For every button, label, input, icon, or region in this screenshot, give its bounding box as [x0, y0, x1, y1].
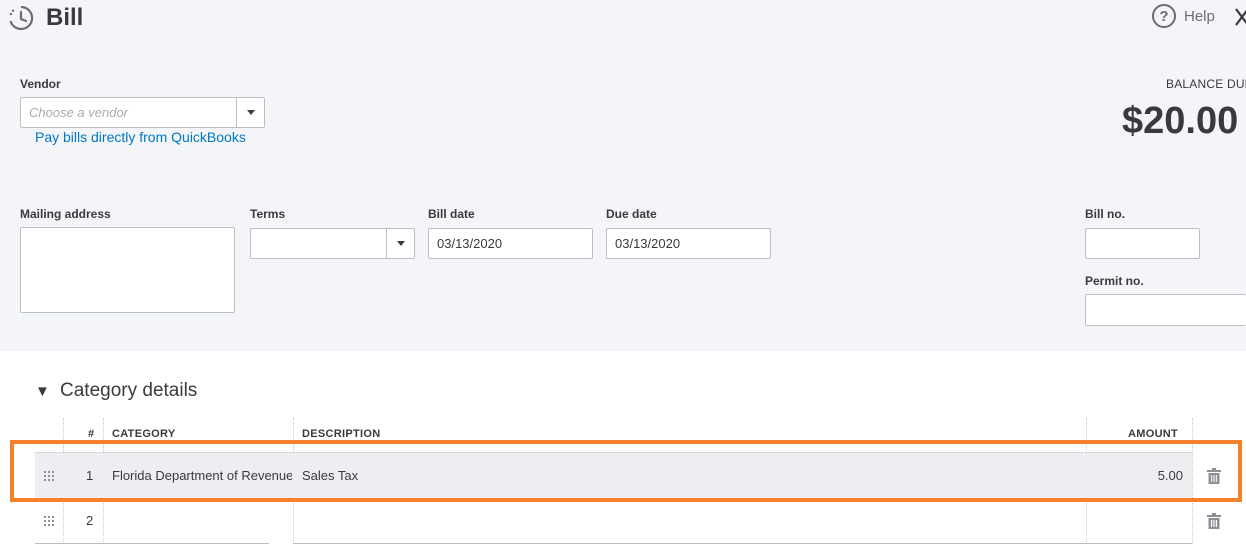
- close-icon[interactable]: [1234, 6, 1246, 28]
- terms-dropdown-button[interactable]: [386, 229, 414, 258]
- bill-date-label: Bill date: [428, 207, 475, 221]
- bill-date-value: 03/13/2020: [437, 236, 503, 251]
- mailing-address-label: Mailing address: [20, 207, 111, 221]
- row-bottom-border: [294, 543, 1192, 544]
- chevron-down-icon: [246, 110, 255, 115]
- bill-no-field[interactable]: [1085, 228, 1200, 259]
- balance-due-label: BALANCE DUE: [1166, 77, 1246, 91]
- permit-no-label: Permit no.: [1085, 274, 1144, 288]
- bill-date-field[interactable]: 03/13/2020: [428, 228, 593, 259]
- vendor-label: Vendor: [20, 77, 61, 91]
- help-icon: ?: [1152, 4, 1176, 28]
- bill-no-label: Bill no.: [1085, 207, 1125, 221]
- terms-select[interactable]: [250, 228, 415, 259]
- column-header-description: DESCRIPTION: [302, 428, 381, 440]
- row-bottom-border: [35, 543, 269, 544]
- vendor-dropdown-button[interactable]: [236, 98, 264, 127]
- column-header-amount: AMOUNT: [1128, 428, 1179, 440]
- vendor-placeholder: Choose a vendor: [29, 105, 129, 120]
- column-header-num: #: [88, 428, 95, 440]
- help-button[interactable]: ? Help: [1152, 4, 1215, 28]
- column-header-category: CATEGORY: [112, 428, 176, 440]
- balance-due-amount: $20.00: [1122, 100, 1239, 142]
- highlight-box: [10, 440, 1242, 502]
- trash-icon[interactable]: [1207, 513, 1221, 529]
- chevron-down-icon: [396, 241, 405, 246]
- help-label: Help: [1184, 7, 1215, 25]
- vendor-select[interactable]: Choose a vendor: [20, 97, 265, 128]
- collapse-triangle-icon[interactable]: ▼: [35, 383, 50, 400]
- due-date-value: 03/13/2020: [615, 236, 681, 251]
- page-title: Bill: [46, 4, 84, 31]
- pay-bills-link[interactable]: Pay bills directly from QuickBooks: [35, 129, 246, 145]
- terms-label: Terms: [250, 207, 286, 221]
- row-number: 2: [86, 513, 94, 528]
- due-date-field[interactable]: 03/13/2020: [606, 228, 771, 259]
- drag-handle-icon[interactable]: [44, 516, 54, 526]
- bill-history-icon[interactable]: [7, 4, 35, 32]
- due-date-label: Due date: [606, 207, 657, 221]
- category-details-title: Category details: [60, 380, 198, 401]
- mailing-address-field[interactable]: [20, 227, 235, 313]
- permit-no-field[interactable]: [1085, 294, 1246, 326]
